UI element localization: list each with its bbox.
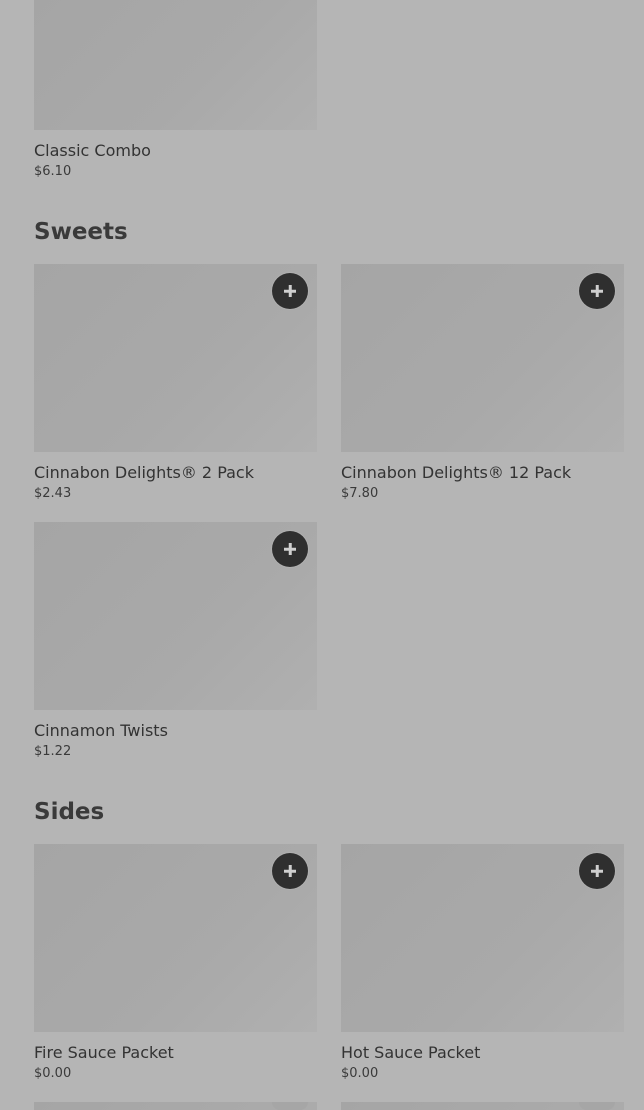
- menu-item-image[interactable]: [341, 1102, 624, 1110]
- add-to-cart-button[interactable]: [579, 853, 615, 889]
- menu-item-name: Cinnabon Delights® 2 Pack: [34, 463, 254, 482]
- menu-item-name: Hot Sauce Packet: [341, 1043, 481, 1062]
- menu-item-image[interactable]: [34, 0, 317, 130]
- menu-item-name: Fire Sauce Packet: [34, 1043, 174, 1062]
- menu-item-name: Classic Combo: [34, 141, 151, 160]
- menu-item-price: $0.00: [34, 1066, 72, 1081]
- menu-item-image[interactable]: [341, 264, 624, 452]
- menu-item-image[interactable]: [34, 1102, 317, 1110]
- add-to-cart-button[interactable]: [579, 1102, 615, 1110]
- menu-item-card[interactable]: Fire Sauce Packet $0.00: [34, 844, 317, 1083]
- section-heading-sides: Sides: [34, 799, 105, 825]
- menu-item-image[interactable]: [34, 844, 317, 1032]
- menu-item-card[interactable]: Cinnabon Delights® 2 Pack $2.43: [34, 264, 317, 503]
- menu-item-name: Cinnamon Twists: [34, 721, 168, 740]
- menu-item-image[interactable]: [34, 264, 317, 452]
- menu-item-card[interactable]: Cinnabon Delights® 12 Pack $7.80: [341, 264, 624, 503]
- menu-item-price: $0.00: [341, 1066, 379, 1081]
- section-heading-sweets: Sweets: [34, 219, 128, 245]
- menu-item-price: $2.43: [34, 486, 72, 501]
- add-to-cart-button[interactable]: [272, 853, 308, 889]
- menu-item-card[interactable]: Cinnamon Twists $1.22: [34, 522, 317, 761]
- add-to-cart-button[interactable]: [579, 273, 615, 309]
- add-to-cart-button[interactable]: [272, 1102, 308, 1110]
- menu-item-card[interactable]: Classic Combo $6.10: [34, 0, 317, 181]
- menu-item-name: Cinnabon Delights® 12 Pack: [341, 463, 572, 482]
- menu-item-price: $6.10: [34, 164, 72, 179]
- menu-item-price: $1.22: [34, 744, 72, 759]
- menu-item-card[interactable]: Hot Sauce Packet $0.00: [341, 844, 624, 1083]
- menu-item-image[interactable]: [34, 522, 317, 710]
- add-to-cart-button[interactable]: [272, 273, 308, 309]
- menu-item-image[interactable]: [341, 844, 624, 1032]
- add-to-cart-button[interactable]: [272, 531, 308, 567]
- menu-item-price: $7.80: [341, 486, 379, 501]
